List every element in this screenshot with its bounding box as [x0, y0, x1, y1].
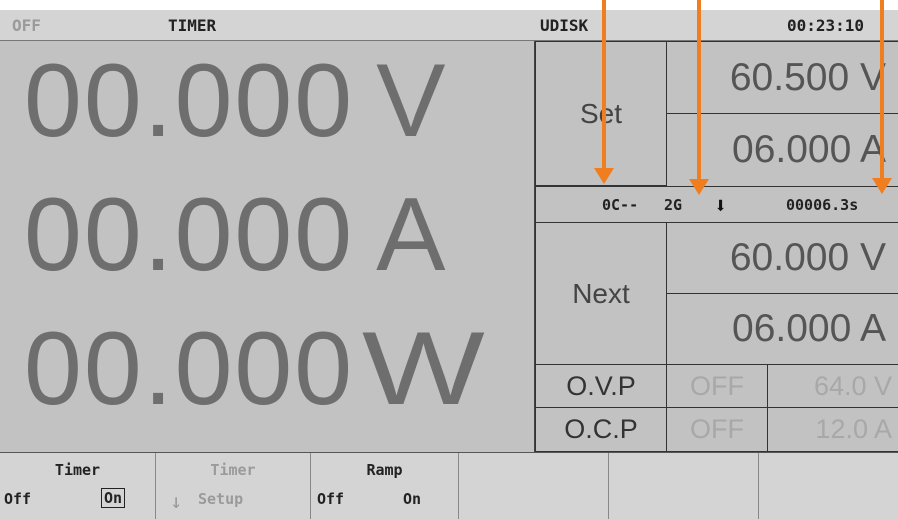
ocp-label: O.C.P — [535, 407, 667, 452]
softkey-timer[interactable]: Timer Off On — [0, 453, 156, 519]
softkey-ramp[interactable]: Ramp Off On — [311, 453, 459, 519]
softkey-bar: Timer Off On Timer ↓ Setup Ramp Off On — [0, 452, 898, 519]
ocp-value: 12.0 A — [767, 407, 898, 452]
power-supply-screen: OFF TIMER UDISK 00:23:10 00.000 V 00.000 A… — [0, 0, 898, 519]
softkey-ramp-on: On — [403, 490, 422, 508]
group-counter: 2G — [664, 196, 683, 214]
timer-status-row: 0C-- 2G ⬇ 00006.3s — [535, 186, 898, 223]
current-unit: A — [376, 177, 448, 293]
current-reading: 00.000 A — [24, 183, 447, 287]
down-arrow-icon: ↓ — [170, 489, 183, 513]
softkey-timer-setup-title: Timer — [210, 461, 256, 479]
ovp-state: OFF — [666, 364, 768, 408]
softkey-5[interactable] — [609, 453, 759, 519]
setpoint-panel: Set 60.500 V 06.000 A 0C-- 2G ⬇ 00006.3s… — [534, 41, 898, 452]
cycle-counter: 0C-- — [602, 196, 639, 214]
voltage-unit: V — [376, 43, 448, 159]
ovp-value: 64.0 V — [767, 364, 898, 408]
annotation-arrow-group — [689, 0, 709, 195]
next-label: Next — [535, 222, 667, 365]
voltage-value: 00.000 — [24, 43, 355, 159]
set-label: Set — [535, 41, 667, 186]
softkey-timer-title: Timer — [54, 461, 101, 479]
next-current-value: 06.000 A — [666, 293, 898, 365]
softkey-timer-on: On — [101, 488, 126, 508]
softkey-timer-off: Off — [4, 490, 32, 508]
arrow-down-icon: ⬇ — [714, 194, 728, 219]
ovp-label: O.V.P — [535, 364, 667, 408]
annotation-arrow-cycle — [594, 0, 614, 184]
output-state-indicator: OFF — [12, 16, 41, 35]
current-value: 00.000 — [24, 177, 355, 293]
softkey-timer-setup-sub: Setup — [198, 490, 244, 508]
mode-indicator: TIMER — [168, 16, 217, 35]
voltage-reading: 00.000 V — [24, 49, 447, 153]
ocp-state: OFF — [666, 407, 768, 452]
status-bar: OFF TIMER UDISK 00:23:10 — [0, 10, 898, 41]
measurement-panel: 00.000 V 00.000 A 00.000W — [0, 41, 534, 452]
softkey-timer-setup[interactable]: Timer ↓ Setup — [156, 453, 311, 519]
softkey-4[interactable] — [459, 453, 609, 519]
softkey-6[interactable] — [759, 453, 898, 519]
storage-indicator: UDISK — [540, 16, 589, 35]
clock-readout: 00:23:10 — [787, 16, 865, 35]
softkey-ramp-off: Off — [317, 490, 345, 508]
power-reading: 00.000W — [24, 311, 485, 427]
power-unit: W — [362, 311, 488, 427]
power-value: 00.000 — [24, 311, 355, 427]
elapsed-time: 00006.3s — [786, 196, 859, 214]
next-voltage-value: 60.000 V — [666, 222, 898, 294]
annotation-arrow-elapsed — [872, 0, 892, 194]
softkey-ramp-title: Ramp — [366, 461, 403, 479]
